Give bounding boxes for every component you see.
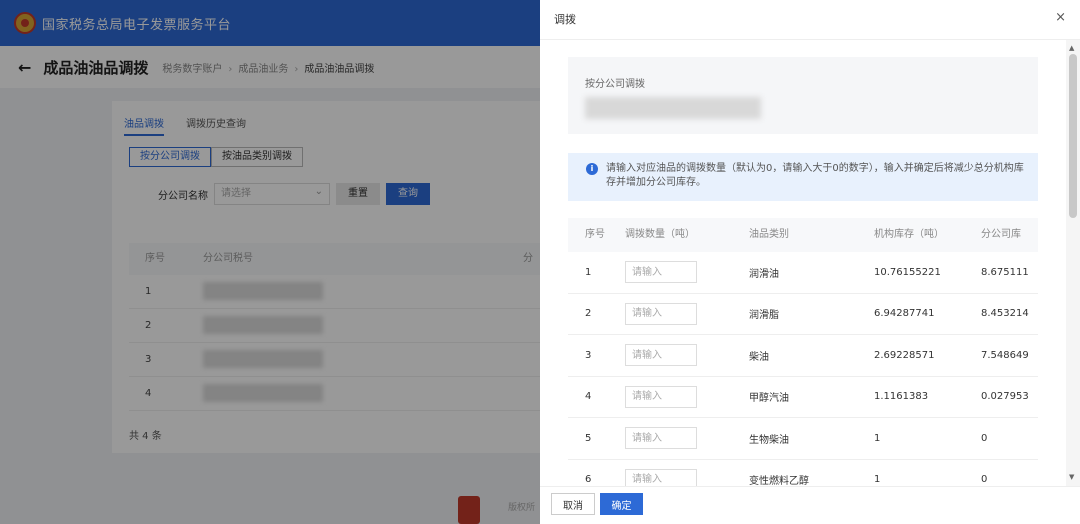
drawer-title: 调拨 [554,13,576,26]
redacted-branch-info [585,97,761,119]
oil-category: 柴油 [749,351,769,363]
allocation-info-card: 按分公司调拨 [568,57,1038,134]
table-row: 3 柴油 2.69228571 7.548649 [568,335,1038,377]
branch-stock: 8.675111 [981,266,1029,278]
drawer-header: 调拨 × [540,0,1080,40]
quantity-input[interactable] [625,344,697,367]
quantity-input[interactable] [625,468,697,486]
quantity-input[interactable] [625,385,697,408]
org-stock: 2.69228571 [874,349,935,361]
org-stock: 1 [874,432,881,444]
org-stock: 6.94287741 [874,308,935,320]
quantity-input[interactable] [625,261,697,284]
table-header: 序号 调拨数量（吨） 油品类别 机构库存（吨） 分公司库 [568,218,1038,252]
branch-stock: 0.027953 [981,391,1029,403]
allocation-table: 序号 调拨数量（吨） 油品类别 机构库存（吨） 分公司库 1 润滑油 10.76… [568,218,1038,486]
row-index: 4 [585,391,592,403]
row-index: 5 [585,432,592,444]
cancel-button[interactable]: 取消 [551,493,595,515]
qty-cell [625,385,732,408]
column-header: 序号 [585,229,605,240]
allocation-mode-label: 按分公司调拨 [585,79,645,90]
scroll-down-icon[interactable]: ▼ [1069,473,1074,481]
notice-banner: i 请输入对应油品的调拨数量（默认为0，请输入大于0的数字），输入并确定后将减少… [568,153,1038,201]
table-row: 5 生物柴油 1 0 [568,418,1038,460]
branch-stock: 0 [981,432,988,444]
quantity-input[interactable] [625,302,697,325]
org-stock: 10.76155221 [874,266,941,278]
qty-cell [625,344,732,367]
table-row: 4 甲醇汽油 1.1161383 0.027953 [568,377,1038,418]
row-index: 6 [585,474,592,486]
qty-cell [625,468,732,486]
qty-cell [625,261,732,284]
info-icon: i [586,163,598,175]
drawer-body: 按分公司调拨 i 请输入对应油品的调拨数量（默认为0，请输入大于0的数字），输入… [540,40,1066,486]
close-icon[interactable]: × [1055,10,1066,25]
drawer-footer: 取消 确定 [540,486,1080,524]
column-header: 分公司库 [981,229,1021,240]
branch-stock: 8.453214 [981,308,1029,320]
row-index: 3 [585,349,592,361]
row-index: 1 [585,266,592,278]
row-index: 2 [585,308,592,320]
oil-category: 润滑脂 [749,310,779,322]
column-header: 调拨数量（吨） [625,229,695,240]
notice-text: 请输入对应油品的调拨数量（默认为0，请输入大于0的数字），输入并确定后将减少总分… [606,163,1024,188]
qty-cell [625,302,732,325]
oil-category: 生物柴油 [749,434,789,446]
scroll-thumb[interactable] [1069,54,1077,218]
org-stock: 1 [874,474,881,486]
table-row: 6 变性燃料乙醇 1 0 [568,460,1038,486]
org-stock: 1.1161383 [874,391,929,403]
branch-stock: 0 [981,474,988,486]
oil-category: 甲醇汽油 [749,393,789,405]
oil-category: 变性燃料乙醇 [749,476,809,486]
quantity-input[interactable] [625,427,697,450]
confirm-button[interactable]: 确定 [600,493,643,515]
drawer-scrollbar[interactable]: ▲ ▼ [1066,40,1080,486]
branch-stock: 7.548649 [981,349,1029,361]
oil-category: 润滑油 [749,268,779,280]
scroll-up-icon[interactable]: ▲ [1069,44,1074,52]
table-row: 1 润滑油 10.76155221 8.675111 [568,252,1038,294]
column-header: 油品类别 [749,229,789,240]
table-row: 2 润滑脂 6.94287741 8.453214 [568,294,1038,335]
allocation-drawer: 调拨 × 按分公司调拨 i 请输入对应油品的调拨数量（默认为0，请输入大于0的数… [540,0,1080,524]
qty-cell [625,427,732,450]
column-header: 机构库存（吨） [874,229,944,240]
